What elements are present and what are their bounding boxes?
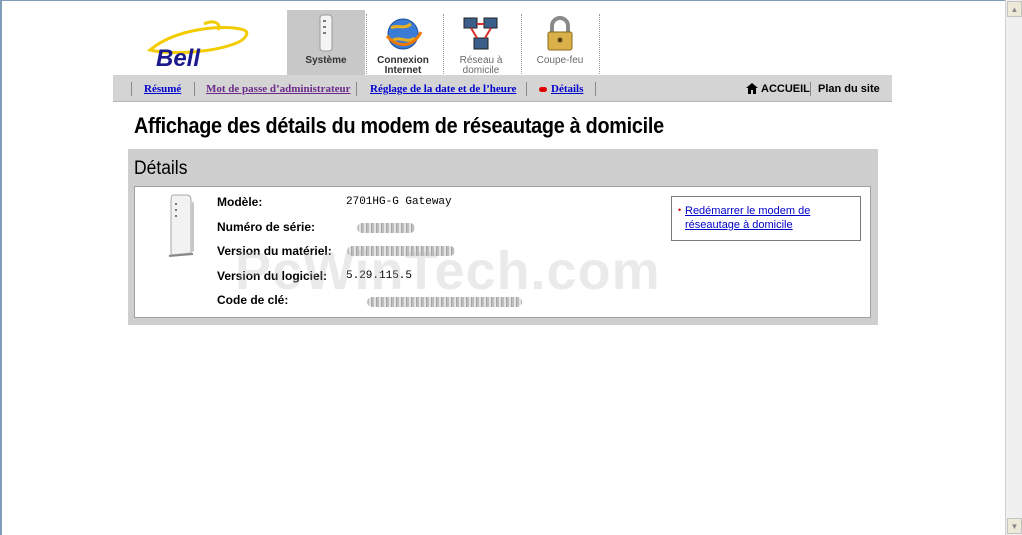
redacted-hardware: [347, 246, 455, 256]
home-link-label: ACCUEIL: [761, 83, 810, 95]
bell-logo-graphic: Bell: [146, 20, 249, 72]
subnav-details-label: Détails: [551, 83, 584, 95]
vertical-scrollbar[interactable]: ▲ ▼: [1005, 0, 1022, 535]
window-frame-left: [0, 0, 2, 535]
tab-reseau-a-domicile-label: Réseau à domicile: [459, 55, 503, 76]
bullet-icon: •: [678, 205, 682, 215]
model-label: Modèle:: [217, 195, 263, 209]
details-content: Modèle: 2701HG-G Gateway Numéro de série…: [134, 186, 871, 318]
page-title: Affichage des détails du modem de réseau…: [134, 113, 664, 138]
sitemap-link[interactable]: Plan du site: [818, 83, 880, 95]
current-page-indicator: [539, 86, 547, 92]
key-code-label: Code de clé:: [217, 293, 289, 307]
actions-box: • Redémarrer le modem de réseautage à do…: [671, 196, 861, 241]
sub-navigation-bar: Résumé Mot de passe d’administrateur Rég…: [113, 75, 892, 102]
tab-reseau-a-domicile[interactable]: Réseau à domicile: [442, 10, 520, 76]
subnav-separator: [356, 82, 357, 96]
subnav-separator: [810, 82, 811, 96]
redacted-serial: [357, 223, 415, 233]
model-value: 2701HG-G Gateway: [346, 196, 452, 208]
globe-icon: [385, 18, 423, 50]
home-link[interactable]: ACCUEIL: [746, 83, 810, 95]
subnav-separator: [595, 82, 596, 96]
tab-systeme-label: Système: [305, 55, 347, 66]
bell-logo[interactable]: Bell: [146, 20, 256, 72]
window-frame-top: [0, 0, 1022, 1]
modem-image: [168, 194, 194, 257]
subnav-separator: [131, 82, 132, 96]
lock-icon: [547, 16, 573, 51]
subnav-date-time-link[interactable]: Réglage de la date et de l’heure: [370, 83, 516, 95]
subnav-details-link[interactable]: Détails: [539, 83, 583, 95]
subnav-separator: [194, 82, 195, 96]
network-icon: [463, 17, 498, 50]
software-version-label: Version du logiciel:: [217, 269, 328, 283]
tab-connexion-internet-label: Connexion Internet: [377, 55, 429, 76]
hardware-version-label: Version du matériel:: [217, 244, 332, 258]
scroll-down-button[interactable]: ▼: [1007, 518, 1022, 534]
software-version-value: 5.29.115.5: [346, 270, 413, 282]
details-panel: Détails Modèle: 2701HG-G Gateway Numéro …: [128, 149, 878, 325]
tab-coupe-feu[interactable]: Coupe-feu: [521, 10, 599, 75]
subnav-separator: [526, 82, 527, 96]
svg-text:Bell: Bell: [156, 45, 201, 70]
scroll-up-button[interactable]: ▲: [1007, 1, 1022, 17]
subnav-admin-password-link[interactable]: Mot de passe d’administrateur: [206, 83, 351, 95]
tab-systeme[interactable]: Système: [287, 10, 365, 75]
tab-connexion-internet[interactable]: Connexion Internet: [364, 10, 442, 76]
subnav-resume-link[interactable]: Résumé: [144, 83, 181, 95]
redacted-key-code: [367, 297, 522, 307]
tab-coupe-feu-label: Coupe-feu: [536, 55, 584, 66]
modem-icon: [319, 14, 333, 52]
restart-modem-link[interactable]: Redémarrer le modem de réseautage à domi…: [685, 204, 855, 232]
home-icon: [746, 83, 758, 94]
tab-separator: [599, 14, 600, 74]
serial-number-label: Numéro de série:: [217, 220, 316, 234]
details-heading: Détails: [134, 158, 188, 179]
